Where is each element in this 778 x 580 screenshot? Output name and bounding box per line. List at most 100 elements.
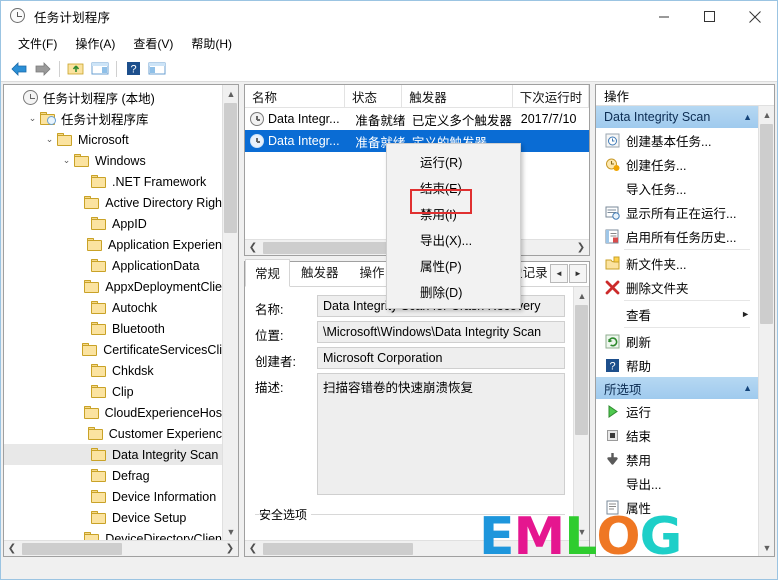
tree-item-label: Windows [95,153,146,168]
back-icon[interactable] [7,58,31,80]
detail-hscroll-thumb[interactable] [263,543,413,555]
action-item[interactable]: ? 帮助 [596,353,758,377]
tree-item[interactable]: ⌄ Microsoft [4,129,222,150]
tree-item[interactable]: Customer Experienc [4,423,222,444]
tree-hscroll-thumb[interactable] [22,543,122,555]
task-list-column-header[interactable]: 名称 [245,85,345,107]
tree-horizontal-scrollbar[interactable]: ❮ ❯ [4,540,238,556]
action-item[interactable]: 创建任务... [596,152,758,176]
detail-scroll-left-icon[interactable]: ❮ [245,541,261,557]
tree-item[interactable]: DeviceDirectoryClien [4,528,222,540]
chevron-down-icon[interactable]: ⌄ [59,155,74,166]
tree-scroll-up-icon[interactable]: ▲ [223,85,238,102]
tree-item[interactable]: CloudExperienceHos [4,402,222,423]
tree-scroll-left-icon[interactable]: ❮ [4,541,20,557]
tree-item[interactable]: Device Setup [4,507,222,528]
tree-vertical-scrollbar[interactable]: ▲ ▼ [222,85,238,540]
action-item[interactable]: 启用所有任务历史... [596,224,758,248]
action-item[interactable]: 删除文件夹 [596,275,758,299]
actions-scroll-down-icon[interactable]: ▼ [759,539,774,556]
detail-field-row: 位置: \Microsoft\Windows\Data Integrity Sca… [245,321,573,344]
tree-item[interactable]: AppID [4,213,222,234]
task-location-field[interactable]: \Microsoft\Windows\Data Integrity Scan [317,321,565,343]
chevron-down-icon[interactable]: ⌄ [42,134,57,145]
chevron-up-icon[interactable]: ▲ [743,383,752,393]
tree-item[interactable]: Chkdsk [4,360,222,381]
tree-item[interactable]: AppxDeploymentClie [4,276,222,297]
tree-item-label: AppID [112,216,147,231]
tree-item[interactable]: Clip [4,381,222,402]
tree-item[interactable]: Defrag [4,465,222,486]
action-item[interactable]: 查看 ► [596,302,758,326]
tab-scroll-left-button[interactable]: ◄ [550,264,568,283]
detail-tab[interactable]: 常规 [245,259,291,287]
forward-icon[interactable] [31,58,55,80]
actions-vertical-scrollbar[interactable]: ▲ ▼ [758,106,774,556]
tree-item[interactable]: ApplicationData [4,255,222,276]
actions-scroll-thumb[interactable] [760,124,773,324]
tree-item[interactable]: Bluetooth [4,318,222,339]
task-list-column-header[interactable]: 状态 [345,85,403,107]
tasklist-scroll-right-icon[interactable]: ❯ [573,240,589,256]
actions-group-folder[interactable]: Data Integrity Scan ▲ [596,106,758,128]
chevron-up-icon[interactable]: ▲ [743,112,752,122]
ctx-run[interactable]: 运行(R) [387,148,520,174]
action-item[interactable]: 禁用 [596,447,758,471]
tree-item[interactable]: Data Integrity Scan [4,444,222,465]
task-author-field[interactable]: Microsoft Corporation [317,347,565,369]
show-action-pane-icon[interactable] [145,58,169,80]
action-item[interactable]: 显示所有正在运行... [596,200,758,224]
task-list-column-header[interactable]: 下次运行时 [513,85,589,107]
action-item[interactable]: 运行 [596,399,758,423]
tree-scroll-thumb[interactable] [224,103,237,233]
tasklist-scroll-left-icon[interactable]: ❮ [245,240,261,256]
tree-item[interactable]: .NET Framework [4,171,222,192]
actions-group-selected[interactable]: 所选项 ▲ [596,377,758,399]
detail-tab[interactable]: 触发器 [291,258,349,286]
tree-scroll-right-icon[interactable]: ❯ [222,541,238,557]
detail-vertical-scrollbar[interactable]: ▲ ▼ [573,287,589,540]
tree-scroll-down-icon[interactable]: ▼ [223,523,238,540]
tree-item[interactable]: ⌄ Windows [4,150,222,171]
ctx-end[interactable]: 结束(E) [387,174,520,200]
ctx-delete[interactable]: 删除(D) [387,278,520,304]
ctx-disable[interactable]: 禁用(I) [387,200,520,226]
ctx-export[interactable]: 导出(X)... [387,226,520,252]
menu-file[interactable]: 文件(F) [9,33,66,55]
task-row[interactable]: Data Integr... 准备就绪 已定义多个触发器 2017/7/10 [245,108,589,130]
actions-scroll-up-icon[interactable]: ▲ [759,106,774,123]
action-item[interactable]: 创建基本任务... [596,128,758,152]
tree-item[interactable]: 任务计划程序 (本地) [4,87,222,108]
tree-item[interactable]: CertificateServicesCli [4,339,222,360]
task-cell-status: 准备就绪 [355,113,405,128]
action-item[interactable]: 新文件夹... [596,251,758,275]
tree-item[interactable]: Application Experien [4,234,222,255]
task-list-column-header[interactable]: 触发器 [402,85,513,107]
action-item[interactable]: 导出... [596,471,758,495]
action-item[interactable]: 结束 [596,423,758,447]
menu-action[interactable]: 操作(A) [66,33,124,55]
tree-item[interactable]: ⌄ 任务计划程序库 [4,108,222,129]
maximize-button[interactable] [687,1,732,32]
action-item-label: 删除文件夹 [626,281,689,296]
menu-help[interactable]: 帮助(H) [182,33,241,55]
action-item[interactable]: 导入任务... [596,176,758,200]
chevron-down-icon[interactable]: ⌄ [25,113,40,124]
tree-item-label: Device Information [112,489,217,504]
help-icon[interactable]: ? [121,58,145,80]
show-pane-icon[interactable] [88,58,112,80]
tree-item[interactable]: Autochk [4,297,222,318]
ctx-properties[interactable]: 属性(P) [387,252,520,278]
up-folder-icon[interactable] [64,58,88,80]
tab-scroll-right-button[interactable]: ► [569,264,587,283]
detail-scroll-up-icon[interactable]: ▲ [574,287,589,304]
folder-icon [91,385,107,398]
close-button[interactable] [732,1,777,32]
minimize-button[interactable] [642,1,687,32]
task-description-field[interactable]: 扫描容错卷的快速崩溃恢复 [317,373,565,495]
tree-item[interactable]: Device Information [4,486,222,507]
menu-view[interactable]: 查看(V) [124,33,182,55]
detail-scroll-thumb[interactable] [575,305,588,435]
tree-item[interactable]: Active Directory Righ [4,192,222,213]
action-item[interactable]: 刷新 [596,329,758,353]
